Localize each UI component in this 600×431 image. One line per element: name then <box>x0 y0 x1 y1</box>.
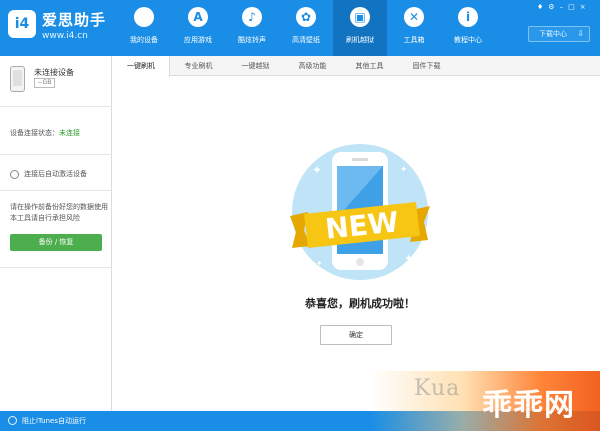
flash-tabs: 一键刷机 专业刷机 一键越狱 高级功能 其他工具 固件下载 <box>113 56 600 77</box>
tab-pro-flash[interactable]: 专业刷机 <box>170 56 227 76</box>
watermark-latin: Kua <box>414 376 461 401</box>
nav-label: 教程中心 <box>454 36 482 44</box>
phone-icon <box>10 66 25 92</box>
wallpaper-icon: ✿ <box>296 7 316 27</box>
sparkle-icon: ✦ <box>404 252 413 265</box>
tab-one-click-flash[interactable]: 一键刷机 <box>113 56 170 77</box>
maximize-icon[interactable]: □ <box>568 3 575 11</box>
nav-wallpapers[interactable]: ✿ 高清壁纸 <box>279 0 333 56</box>
nav-label: 工具箱 <box>403 36 425 44</box>
nav-apps-games[interactable]: A 应用游戏 <box>171 0 225 56</box>
connection-status-value: 未连接 <box>59 129 80 137</box>
nav-ringtones[interactable]: ♪ 酷炫铃声 <box>225 0 279 56</box>
info-icon: i <box>458 7 478 27</box>
close-icon[interactable]: × <box>580 3 586 11</box>
nav-flash-jailbreak[interactable]: ▣ 刷机越狱 <box>333 0 387 56</box>
nav-tutorials[interactable]: i 教程中心 <box>441 0 495 56</box>
itunes-block-label: 阻止iTunes自动运行 <box>22 417 86 425</box>
bell-icon: ♪ <box>242 7 262 27</box>
device-name: 未连接设备 <box>34 68 74 77</box>
sparkle-icon: ✦ <box>316 259 323 268</box>
phone-home-button <box>356 258 364 266</box>
nav-my-device[interactable]: 我的设备 <box>117 0 171 56</box>
nav-label: 应用游戏 <box>184 36 212 44</box>
download-icon: ⇩ <box>577 29 584 38</box>
download-center-button[interactable]: 下载中心 ⇩ <box>528 26 590 42</box>
auto-activate-radio[interactable] <box>10 169 19 179</box>
nav-label: 刷机越狱 <box>346 36 374 44</box>
download-center-label: 下载中心 <box>539 30 567 38</box>
window-controls: ♦ ⚙ – □ × <box>537 3 586 11</box>
device-sidebar: 未连接设备 --GB 设备连接状态：未连接 连接后自动激活设备 请在操作前备份好… <box>0 56 112 411</box>
sparkle-icon: ✦ <box>312 163 322 177</box>
nav-label: 高清壁纸 <box>292 36 320 44</box>
nav-label: 酷炫铃声 <box>238 36 266 44</box>
apple-icon <box>134 7 154 27</box>
nav-label: 我的设备 <box>130 36 158 44</box>
sidebar-divider <box>0 154 112 155</box>
tab-one-click-jailbreak[interactable]: 一键越狱 <box>227 56 284 76</box>
auto-activate-option[interactable]: 连接后自动激活设备 <box>10 169 87 179</box>
tab-other-tools[interactable]: 其他工具 <box>341 56 398 76</box>
settings-icon[interactable]: ⚙ <box>548 3 554 11</box>
sidebar-divider <box>0 267 112 268</box>
skin-icon[interactable]: ♦ <box>537 3 543 11</box>
backup-tip: 请在操作前备份好您的数据使用本工具请自行承担风险 <box>10 203 108 222</box>
app-store-icon: A <box>188 7 208 27</box>
phone-speaker <box>352 158 368 161</box>
sidebar-divider <box>0 106 112 107</box>
minimize-icon[interactable]: – <box>560 3 564 11</box>
itunes-block-checkbox[interactable] <box>8 416 17 425</box>
sidebar-divider <box>0 190 112 191</box>
confirm-button[interactable]: 确定 <box>320 325 392 345</box>
brand-site: www.i4.cn <box>42 31 88 41</box>
tools-icon: ✕ <box>404 7 424 27</box>
tab-firmware-download[interactable]: 固件下载 <box>398 56 455 76</box>
backup-restore-button[interactable]: 备份 / 恢复 <box>10 234 102 251</box>
tab-advanced[interactable]: 高级功能 <box>284 56 341 76</box>
top-header: i4 爱思助手 www.i4.cn 我的设备 A 应用游戏 ♪ 酷炫铃声 ✿ 高… <box>0 0 600 56</box>
brand-name: 爱思助手 <box>42 11 107 29</box>
main-nav: 我的设备 A 应用游戏 ♪ 酷炫铃声 ✿ 高清壁纸 ▣ 刷机越狱 ✕ 工具箱 i… <box>117 0 495 56</box>
success-illustration: NEW ✦ ✦ ✦ ✦ <box>290 144 430 280</box>
sparkle-icon: ✦ <box>400 165 408 175</box>
flash-success-message: 恭喜您，刷机成功啦！ <box>305 297 415 310</box>
watermark-logo: 乖乖网 <box>482 388 575 423</box>
i4-logo: i4 <box>8 10 36 38</box>
connection-status: 设备连接状态：未连接 <box>10 128 80 138</box>
connection-status-label: 设备连接状态： <box>10 129 59 137</box>
box-icon: ▣ <box>350 7 370 27</box>
auto-activate-label: 连接后自动激活设备 <box>24 170 87 178</box>
nav-toolbox[interactable]: ✕ 工具箱 <box>387 0 441 56</box>
capacity-badge: --GB <box>34 78 56 88</box>
